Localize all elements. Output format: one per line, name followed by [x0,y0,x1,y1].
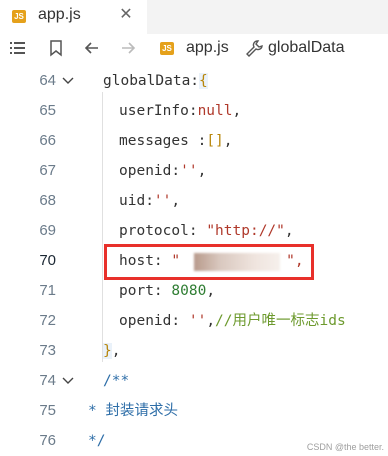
line-number: 72 [39,312,56,329]
close-icon[interactable]: ✕ [118,6,134,23]
code-token: openid: [119,163,181,179]
wrench-icon [246,40,263,57]
line-number: 76 [39,432,56,449]
code-token: '' [188,313,207,329]
code-line[interactable]: 68 uid:'', [0,186,388,216]
tab-bar: JS app.js ✕ [0,0,388,35]
code-line[interactable]: 65 userInfo:null, [0,96,388,126]
code-line[interactable]: 74 /** [0,366,388,396]
line-number: 68 [39,192,56,209]
code-token: uid: [119,193,154,209]
code-token: , [206,313,216,329]
tab-title: app.js [38,6,81,23]
code-token: 8080 [171,283,207,299]
tab-app-js[interactable]: JS app.js ✕ [0,0,147,35]
code-comment: /** [103,373,130,389]
code-token: globalData: [103,73,200,89]
code-line[interactable]: 72 openid: '',//用户唯一标志ids [0,306,388,336]
code-token: , [171,193,181,209]
code-comment: * 封装请求头 [88,403,178,419]
code-line[interactable]: 71 port: 8080, [0,276,388,306]
watermark: CSDN @the better. [306,442,384,452]
code-token: , [197,163,207,179]
code-line[interactable]: 75 * 封装请求头 [0,396,388,426]
code-line[interactable]: 66 messages :[], [0,126,388,156]
line-number: 74 [39,372,56,389]
code-line[interactable]: 67 openid:'', [0,156,388,186]
code-token: messages : [119,133,207,149]
line-number: 67 [39,162,56,179]
code-token: userInfo: [119,103,198,119]
code-token: '' [180,163,198,179]
line-number: 69 [39,222,56,239]
code-comment: */ [88,433,106,449]
breadcrumb-file[interactable]: app.js [186,39,229,57]
bookmark-icon[interactable] [46,38,66,58]
line-number: 65 [39,102,56,119]
code-token: , [232,103,242,119]
js-file-icon: JS [160,42,174,55]
code-token: { [199,73,208,89]
js-file-icon: JS [12,10,26,23]
code-token: [] [206,133,224,149]
line-number: 75 [39,402,56,419]
breadcrumb-toolbar: JS app.js globalData [0,34,388,62]
code-token: port: [119,283,172,299]
code-comment: //用户唯一标志ids [215,313,346,329]
chevron-down-icon[interactable] [62,75,74,87]
code-token: null [197,103,233,119]
code-line[interactable]: 73 }, [0,336,388,366]
back-arrow-icon[interactable] [82,38,102,58]
line-number: 64 [39,72,56,89]
list-icon[interactable] [8,38,28,58]
highlight-box [104,244,314,280]
code-line[interactable]: 64 globalData:{ [0,66,388,96]
line-number: 70 [39,252,56,269]
line-number: 73 [39,342,56,359]
code-token: "http://" [206,223,285,239]
line-number: 66 [39,132,56,149]
code-token: , [284,223,294,239]
chevron-down-icon[interactable] [62,375,74,387]
code-token: } [103,343,112,359]
code-token: openid: [119,313,189,329]
code-token: '' [153,193,172,209]
code-token: , [206,283,216,299]
code-line[interactable]: 69 protocol: "http://", [0,216,388,246]
breadcrumb-symbol[interactable]: globalData [268,39,345,57]
forward-arrow-icon[interactable] [118,38,138,58]
code-token: , [223,133,233,149]
line-number: 71 [39,282,56,299]
code-token: , [111,343,121,359]
code-token: protocol: [119,223,207,239]
